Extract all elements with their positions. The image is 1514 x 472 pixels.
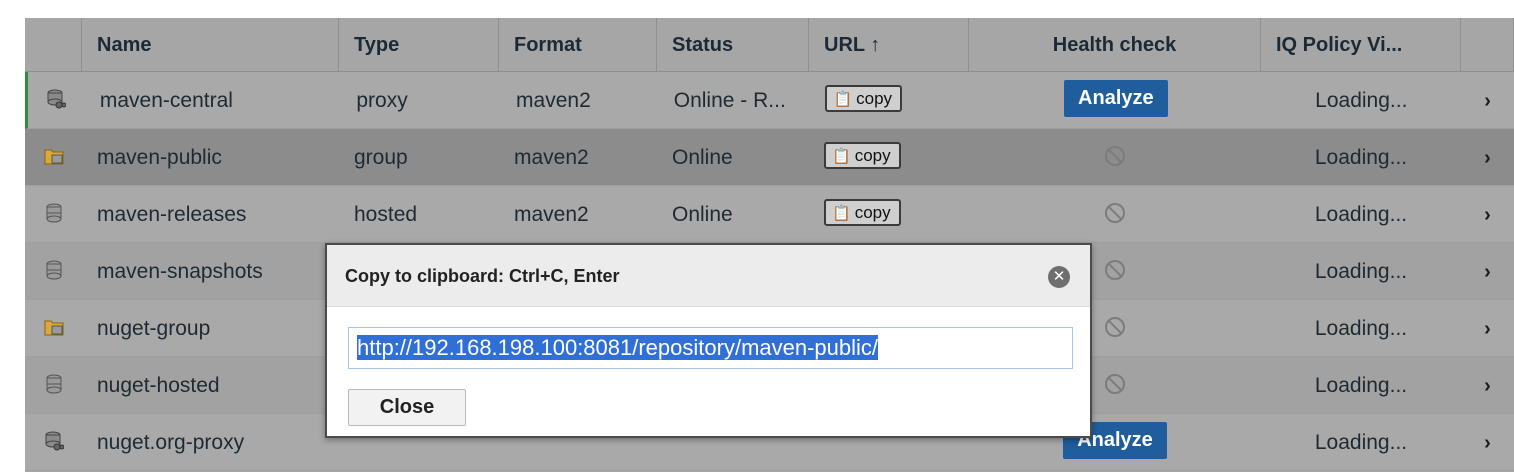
column-header-arrow bbox=[1461, 18, 1514, 72]
chevron-right-icon: › bbox=[1484, 260, 1491, 283]
column-header-name[interactable]: Name bbox=[82, 18, 339, 72]
hosted-repo-icon bbox=[25, 243, 82, 300]
repositories-app: Name Type Format Status URL ↑ Health che… bbox=[0, 0, 1514, 472]
group-repo-icon bbox=[25, 300, 82, 357]
repo-name: maven-snapshots bbox=[97, 259, 263, 283]
close-icon[interactable]: ✕ bbox=[1048, 266, 1070, 288]
row-expand-icon[interactable]: › bbox=[1461, 414, 1514, 471]
url-cell: 📋 copy bbox=[810, 72, 970, 129]
health-check-cell: Analyze bbox=[970, 72, 1261, 129]
proxy-repo-icon bbox=[25, 414, 82, 471]
clipboard-icon: 📋 bbox=[832, 148, 851, 166]
repo-type: hosted bbox=[354, 202, 418, 226]
row-expand-icon[interactable]: › bbox=[1461, 357, 1514, 414]
copy-label: copy bbox=[854, 146, 891, 166]
repo-format: maven2 bbox=[516, 88, 591, 112]
health-check-cell bbox=[969, 129, 1261, 186]
iq-policy-status: Loading... bbox=[1314, 430, 1408, 454]
iq-policy-status: Loading... bbox=[1314, 373, 1408, 397]
chevron-right-icon: › bbox=[1484, 146, 1491, 169]
repo-name: maven-central bbox=[99, 88, 233, 112]
column-header-iq-policy[interactable]: IQ Policy Vi... bbox=[1261, 18, 1461, 72]
copy-url-button[interactable]: 📋 copy bbox=[825, 85, 903, 113]
copy-url-button[interactable]: 📋 copy bbox=[824, 142, 901, 170]
proxy-repo-icon bbox=[28, 72, 85, 129]
repo-format: maven2 bbox=[514, 145, 589, 169]
not-available-icon bbox=[1105, 373, 1125, 394]
not-available-icon bbox=[1105, 145, 1125, 166]
url-copy-field[interactable]: http://192.168.198.100:8081/repository/m… bbox=[348, 327, 1073, 369]
repo-name: nuget.org-proxy bbox=[97, 430, 245, 454]
column-header-url[interactable]: URL ↑ bbox=[809, 18, 969, 72]
clipboard-icon: 📋 bbox=[833, 91, 853, 109]
grid-header: Name Type Format Status URL ↑ Health che… bbox=[25, 18, 1514, 72]
url-cell: 📋 copy bbox=[809, 186, 969, 243]
iq-policy-status: Loading... bbox=[1314, 145, 1408, 169]
row-expand-icon[interactable]: › bbox=[1461, 186, 1514, 243]
repo-status: Online bbox=[672, 145, 733, 169]
repo-type: proxy bbox=[356, 88, 408, 112]
chevron-right-icon: › bbox=[1484, 317, 1491, 340]
not-available-icon bbox=[1105, 259, 1125, 280]
selected-url-text: http://192.168.198.100:8081/repository/m… bbox=[357, 335, 879, 360]
iq-policy-status: Loading... bbox=[1314, 202, 1408, 226]
chevron-right-icon: › bbox=[1484, 374, 1491, 397]
table-row[interactable]: maven-public group maven2 Online 📋 copy Loadin… bbox=[25, 129, 1514, 186]
url-cell: 📋 copy bbox=[809, 129, 969, 186]
repo-type: group bbox=[354, 145, 408, 169]
health-check-cell bbox=[969, 186, 1261, 243]
copy-url-button[interactable]: 📋 copy bbox=[824, 199, 901, 227]
clipboard-icon: 📋 bbox=[832, 205, 851, 223]
dialog-header: Copy to clipboard: Ctrl+C, Enter ✕ bbox=[327, 245, 1090, 307]
column-header-icon bbox=[25, 18, 82, 72]
copy-label: copy bbox=[856, 89, 893, 109]
repo-name: maven-releases bbox=[97, 202, 247, 226]
chevron-right-icon: › bbox=[1484, 203, 1491, 226]
column-header-format[interactable]: Format bbox=[499, 18, 657, 72]
row-expand-icon[interactable]: › bbox=[1461, 72, 1514, 129]
copy-label: copy bbox=[854, 203, 891, 223]
iq-policy-status: Loading... bbox=[1315, 88, 1408, 112]
row-expand-icon[interactable]: › bbox=[1461, 129, 1514, 186]
repo-name: maven-public bbox=[97, 145, 222, 169]
repo-name: nuget-group bbox=[97, 316, 211, 340]
column-header-health-check[interactable]: Health check bbox=[969, 18, 1261, 72]
hosted-repo-icon bbox=[25, 357, 82, 414]
table-row[interactable]: maven-releases hosted maven2 Online 📋 copy Loa… bbox=[25, 186, 1514, 243]
repo-status: Online bbox=[672, 202, 733, 226]
row-expand-icon[interactable]: › bbox=[1461, 243, 1514, 300]
analyze-button[interactable]: Analyze bbox=[1064, 80, 1168, 118]
repo-name: nuget-hosted bbox=[97, 373, 220, 397]
repo-status: Online - R... bbox=[673, 88, 786, 112]
repo-format: maven2 bbox=[514, 202, 589, 226]
iq-policy-status: Loading... bbox=[1314, 259, 1408, 283]
group-repo-icon bbox=[25, 129, 82, 186]
row-expand-icon[interactable]: › bbox=[1461, 300, 1514, 357]
hosted-repo-icon bbox=[25, 186, 82, 243]
column-header-type[interactable]: Type bbox=[339, 18, 499, 72]
dialog-title: Copy to clipboard: Ctrl+C, Enter bbox=[345, 266, 620, 286]
chevron-right-icon: › bbox=[1484, 431, 1491, 454]
copy-url-dialog: Copy to clipboard: Ctrl+C, Enter ✕ http:… bbox=[325, 243, 1092, 438]
iq-policy-status: Loading... bbox=[1314, 316, 1408, 340]
not-available-icon bbox=[1105, 202, 1125, 223]
column-header-status[interactable]: Status bbox=[657, 18, 809, 72]
not-available-icon bbox=[1105, 316, 1125, 337]
table-row[interactable]: maven-central proxy maven2 Online - R... 📋 co… bbox=[25, 72, 1514, 129]
chevron-right-icon: › bbox=[1484, 89, 1491, 112]
close-button[interactable]: Close bbox=[348, 389, 466, 426]
